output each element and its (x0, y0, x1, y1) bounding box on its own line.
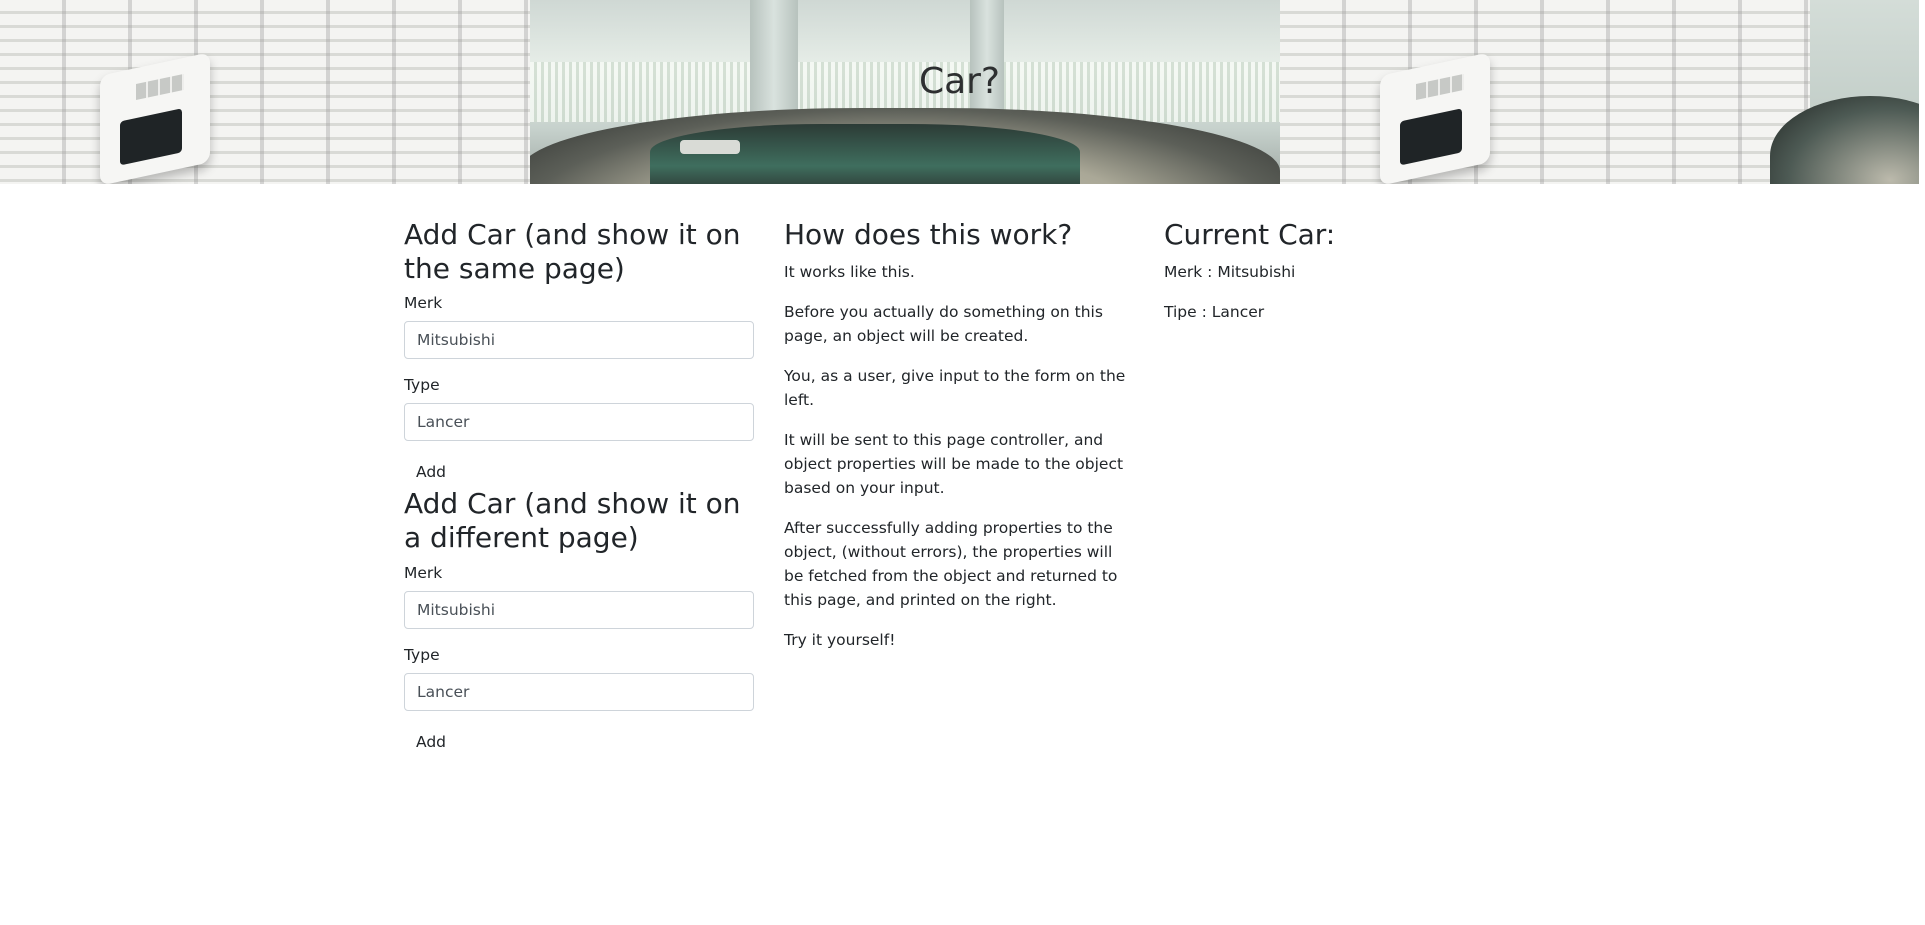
form-same-page: Add Car (and show it on the same page) M… (404, 218, 754, 487)
explanation-paragraph: It works like this. (784, 262, 915, 281)
form-different-page: Add Car (and show it on a different page… (404, 487, 754, 756)
type-input[interactable] (404, 403, 754, 442)
explanation-paragraph: Before you actually do something on this… (784, 302, 1103, 345)
how-it-works-column: How does this work? It works like this. … (784, 218, 1136, 668)
type-label: Type (404, 645, 440, 664)
explanation-paragraph: You, as a user, give input to the form o… (784, 366, 1126, 409)
current-car-column: Current Car: Merk : Mitsubishi Tipe : La… (1164, 218, 1514, 340)
add-button[interactable]: Add (404, 457, 458, 487)
add-button[interactable]: Add (404, 727, 458, 757)
type-input[interactable] (404, 672, 754, 711)
explanation-paragraph: It will be sent to this page controller,… (784, 430, 1124, 497)
form-same-page-heading: Add Car (and show it on the same page) (404, 218, 741, 285)
how-it-works-heading: How does this work? (784, 218, 1073, 251)
merk-label: Merk (404, 294, 443, 313)
current-car-tipe: Tipe : Lancer (1164, 302, 1265, 321)
header-banner: Car? (0, 0, 1919, 184)
type-label: Type (404, 376, 440, 395)
merk-input[interactable] (404, 321, 754, 360)
form-different-page-heading: Add Car (and show it on a different page… (404, 487, 741, 555)
merk-label: Merk (404, 563, 443, 582)
page-title: Car? (918, 61, 1001, 102)
explanation-paragraph: After successfully adding properties to … (784, 518, 1118, 609)
forms-column: Add Car (and show it on the same page) M… (404, 218, 754, 757)
current-car-merk: Merk : Mitsubishi (1164, 262, 1296, 281)
merk-input[interactable] (404, 590, 754, 629)
current-car-heading: Current Car: (1164, 218, 1336, 251)
explanation-paragraph: Try it yourself! (784, 630, 896, 649)
